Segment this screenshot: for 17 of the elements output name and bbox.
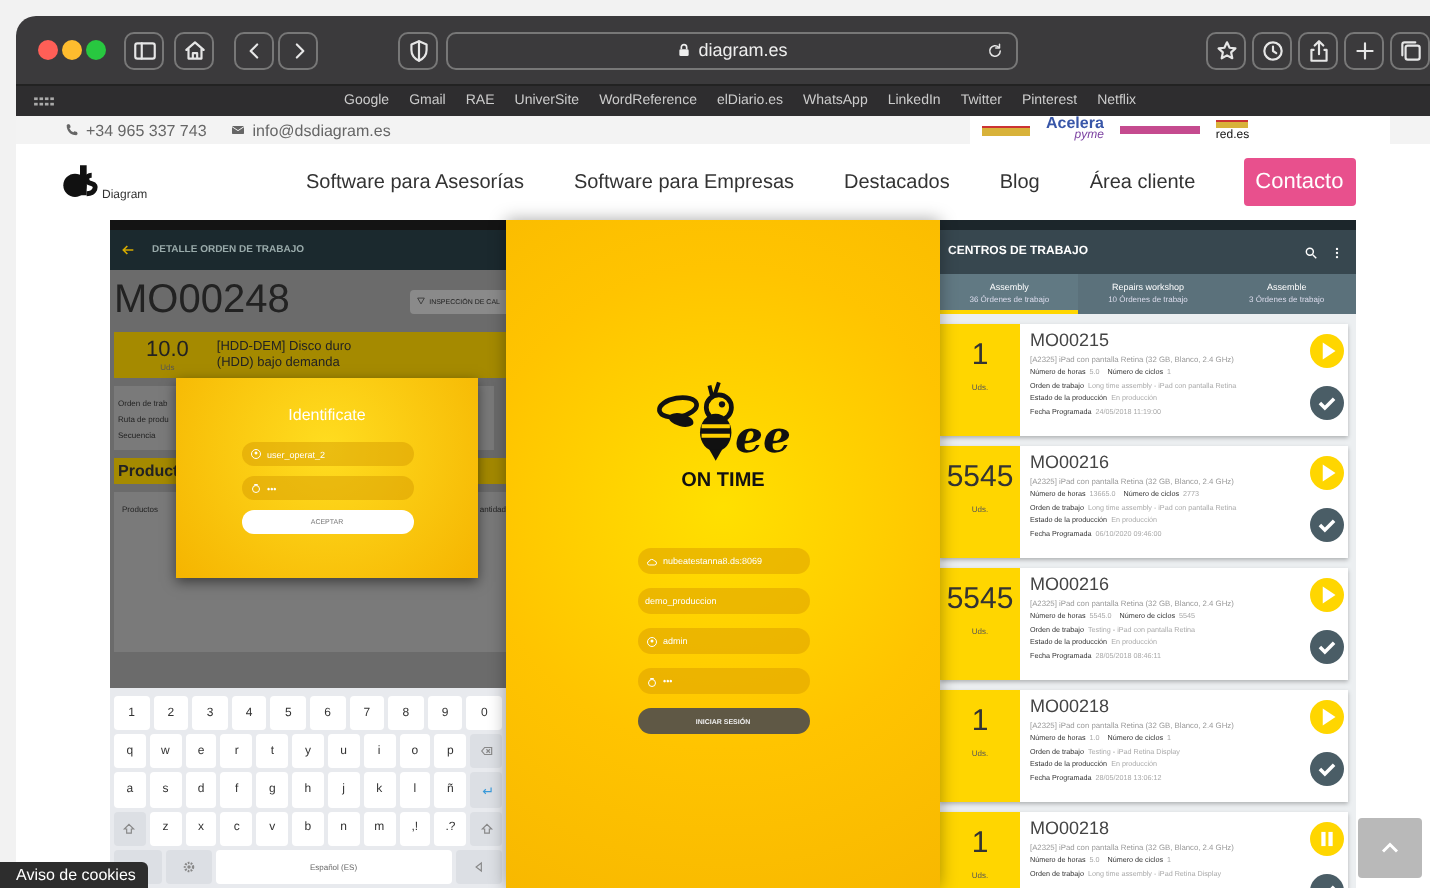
quantity-value: 1 <box>971 826 989 862</box>
quantity-value: 1 <box>971 338 989 374</box>
order-number: MO00248 <box>114 278 290 324</box>
url-text: diagram.es <box>698 40 788 60</box>
logo-text: ee <box>735 412 791 464</box>
quantity-value: 1 <box>971 704 989 740</box>
quantity-value: 5545 <box>946 460 1014 496</box>
order-number: MO00218 <box>1030 818 1112 840</box>
brand-name: ON TIME <box>681 470 765 492</box>
quantity-value: 10.0 <box>146 338 189 362</box>
acelera-logo-text: Acelera <box>1046 118 1104 130</box>
order-number: MO00218 <box>1030 696 1112 718</box>
dialog-title: Identificate <box>288 406 366 424</box>
order-number: MO00216 <box>1030 574 1112 596</box>
order-number: MO00215 <box>1030 330 1112 352</box>
quantity-value: 5545 <box>946 582 1014 618</box>
order-number: MO00216 <box>1030 452 1112 474</box>
